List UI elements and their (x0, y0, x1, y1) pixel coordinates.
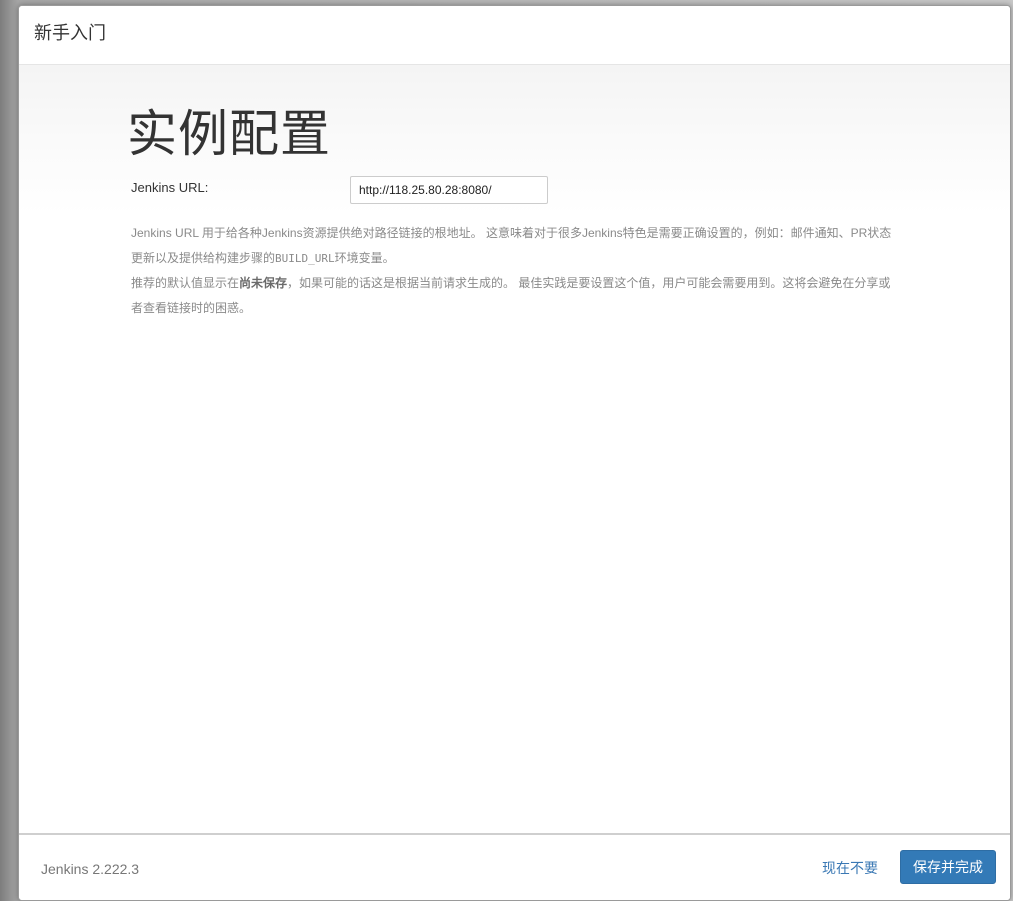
not-saved-emphasis: 尚未保存 (239, 276, 288, 290)
save-and-finish-button[interactable]: 保存并完成 (900, 850, 996, 884)
page-title: 实例配置 (127, 106, 331, 162)
jenkins-version: Jenkins 2.222.3 (41, 861, 140, 877)
help-text: Jenkins URL 用于给各种Jenkins资源提供绝对路径链接的根地址。 … (131, 226, 892, 265)
setup-wizard-dialog: 新手入门 实例配置 Jenkins URL: Jenkins URL 用于给各种… (18, 5, 1011, 901)
build-url-code: BUILD_URL (275, 252, 335, 265)
jenkins-url-label: Jenkins URL: (131, 180, 209, 195)
dialog-header: 新手入门 (19, 6, 1010, 65)
skip-button[interactable]: 现在不要 (822, 858, 878, 878)
dialog-title: 新手入门 (34, 23, 106, 43)
help-paragraph-1: Jenkins URL 用于给各种Jenkins资源提供绝对路径链接的根地址。 … (131, 221, 901, 271)
dialog-footer: Jenkins 2.222.3 现在不要 保存并完成 (19, 833, 1010, 900)
help-paragraph-2: 推荐的默认值显示在尚未保存，如果可能的话这是根据当前请求生成的。 最佳实践是要设… (131, 271, 901, 321)
dialog-body: 实例配置 Jenkins URL: Jenkins URL 用于给各种Jenki… (19, 65, 1010, 833)
help-text: 环境变量。 (334, 251, 395, 265)
help-text: 推荐的默认值显示在 (131, 276, 240, 290)
jenkins-url-input[interactable] (350, 176, 548, 204)
jenkins-url-help: Jenkins URL 用于给各种Jenkins资源提供绝对路径链接的根地址。 … (131, 221, 901, 321)
